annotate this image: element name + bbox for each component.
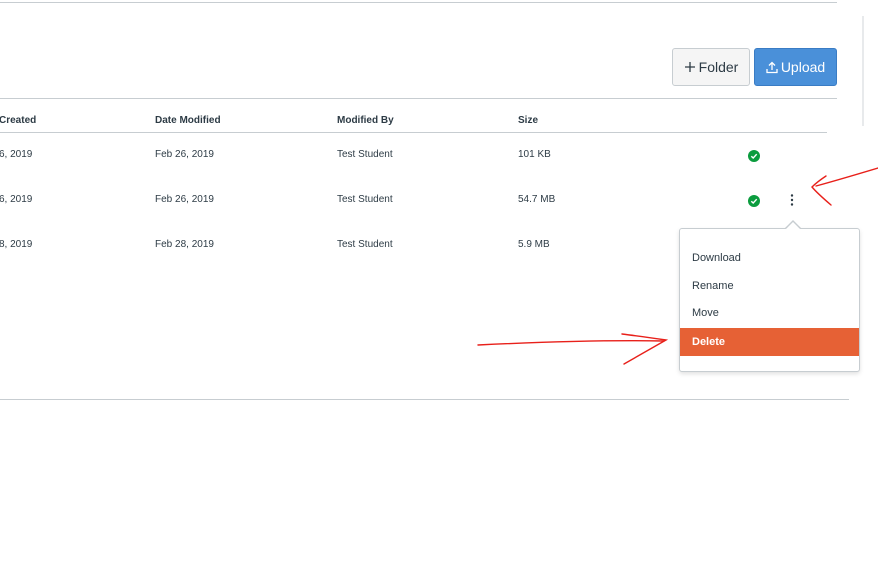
annotation-arrow-delete xyxy=(477,340,665,346)
menu-item-download[interactable]: Download xyxy=(680,244,859,272)
scrollbar-track[interactable] xyxy=(862,16,864,126)
header-divider xyxy=(0,132,827,133)
column-header-created[interactable]: Created xyxy=(0,115,36,126)
annotation-arrow-kebab xyxy=(815,167,878,187)
menu-item-rename[interactable]: Rename xyxy=(680,272,859,300)
column-header-size[interactable]: Size xyxy=(518,115,538,126)
upload-label: Upload xyxy=(780,59,826,75)
row-3-modified-by: Test Student xyxy=(337,239,393,250)
upload-button[interactable]: Upload xyxy=(754,48,837,86)
row-1-created: 6, 2019 xyxy=(0,149,33,160)
upload-icon xyxy=(766,61,778,74)
column-header-date-modified[interactable]: Date Modified xyxy=(155,115,221,126)
top-divider xyxy=(0,2,837,3)
row-1-date-modified: Feb 26, 2019 xyxy=(155,149,214,160)
menu-item-move[interactable]: Move xyxy=(680,299,859,327)
plus-icon xyxy=(684,61,696,73)
more-options-icon[interactable] xyxy=(785,191,799,209)
row-2-date-modified: Feb 26, 2019 xyxy=(155,194,214,205)
table-bottom-divider xyxy=(0,399,849,400)
add-folder-button[interactable]: Folder xyxy=(672,48,750,86)
files-page: Folder Upload Created Date Modified Modi… xyxy=(0,0,878,581)
row-3-date-modified: Feb 28, 2019 xyxy=(155,239,214,250)
column-header-modified-by[interactable]: Modified By xyxy=(337,115,394,126)
row-2-created: 6, 2019 xyxy=(0,194,33,205)
menu-item-delete[interactable]: Delete xyxy=(680,328,859,356)
published-check-icon[interactable] xyxy=(748,150,760,162)
toolbar-divider xyxy=(0,98,837,99)
annotation-arrowhead-delete xyxy=(621,333,669,365)
add-folder-label: Folder xyxy=(698,59,739,75)
file-options-menu: Download Rename Move Delete xyxy=(679,228,860,372)
row-1-size: 101 KB xyxy=(518,149,551,160)
published-check-icon[interactable] xyxy=(748,195,760,207)
menu-caret-fill xyxy=(786,222,800,229)
row-1-modified-by: Test Student xyxy=(337,149,393,160)
row-2-modified-by: Test Student xyxy=(337,194,393,205)
row-3-created: 8, 2019 xyxy=(0,239,33,250)
annotation-arrowhead-kebab xyxy=(811,175,832,206)
row-3-size: 5.9 MB xyxy=(518,239,550,250)
row-2-size: 54.7 MB xyxy=(518,194,556,205)
